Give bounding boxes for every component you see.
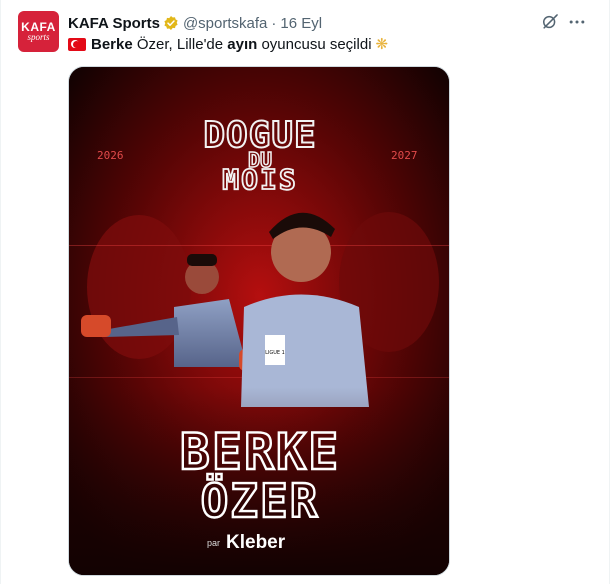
grok-icon[interactable] <box>540 12 560 32</box>
tweet-text: Berke Özer, Lille'de ayın oyuncusu seçil… <box>68 34 388 54</box>
turkey-flag-icon <box>68 37 86 51</box>
poster-title-line3: MOIS <box>222 163 297 196</box>
ligue1-badge: LIGUE 1 <box>265 350 285 356</box>
verified-badge-icon[interactable] <box>163 15 179 31</box>
tweet-text-bold2: ayın <box>227 35 258 53</box>
separator-dot: · <box>271 14 277 32</box>
season-start-year: 2026 <box>97 149 124 162</box>
handle[interactable]: @sportskafa <box>183 15 267 32</box>
avatar[interactable]: KAFA sports <box>18 11 59 52</box>
sponsor-prefix: par <box>207 538 220 548</box>
display-name[interactable]: KAFA Sports <box>68 15 160 32</box>
player-last-name: ÖZER <box>201 474 320 528</box>
clapping-hands-icon: ❋ <box>375 36 389 53</box>
tweet[interactable]: KAFA sports KAFA Sports @sportskafa · 16… <box>0 0 610 584</box>
tweet-media-image[interactable]: DOGUE DU MOIS 2026 2027 LIGUE 1 BERKE ÖZ… <box>68 66 450 576</box>
tweet-text-part2: oyuncusu seçildi <box>257 35 372 53</box>
avatar-logo-subtext: sports <box>27 32 50 42</box>
tweet-text-part1: Özer, Lille'de <box>132 35 228 53</box>
more-icon[interactable] <box>567 12 587 32</box>
poster: DOGUE DU MOIS 2026 2027 LIGUE 1 BERKE ÖZ… <box>69 67 449 575</box>
tweet-date[interactable]: 16 Eyl <box>280 15 322 32</box>
tweet-text-name: Berke <box>91 35 133 53</box>
tweet-header: KAFA Sports @sportskafa · 16 Eyl <box>68 13 322 33</box>
player-first-name: BERKE <box>180 423 341 481</box>
sponsor-logo: Kleber <box>226 532 286 553</box>
season-end-year: 2027 <box>391 149 418 162</box>
